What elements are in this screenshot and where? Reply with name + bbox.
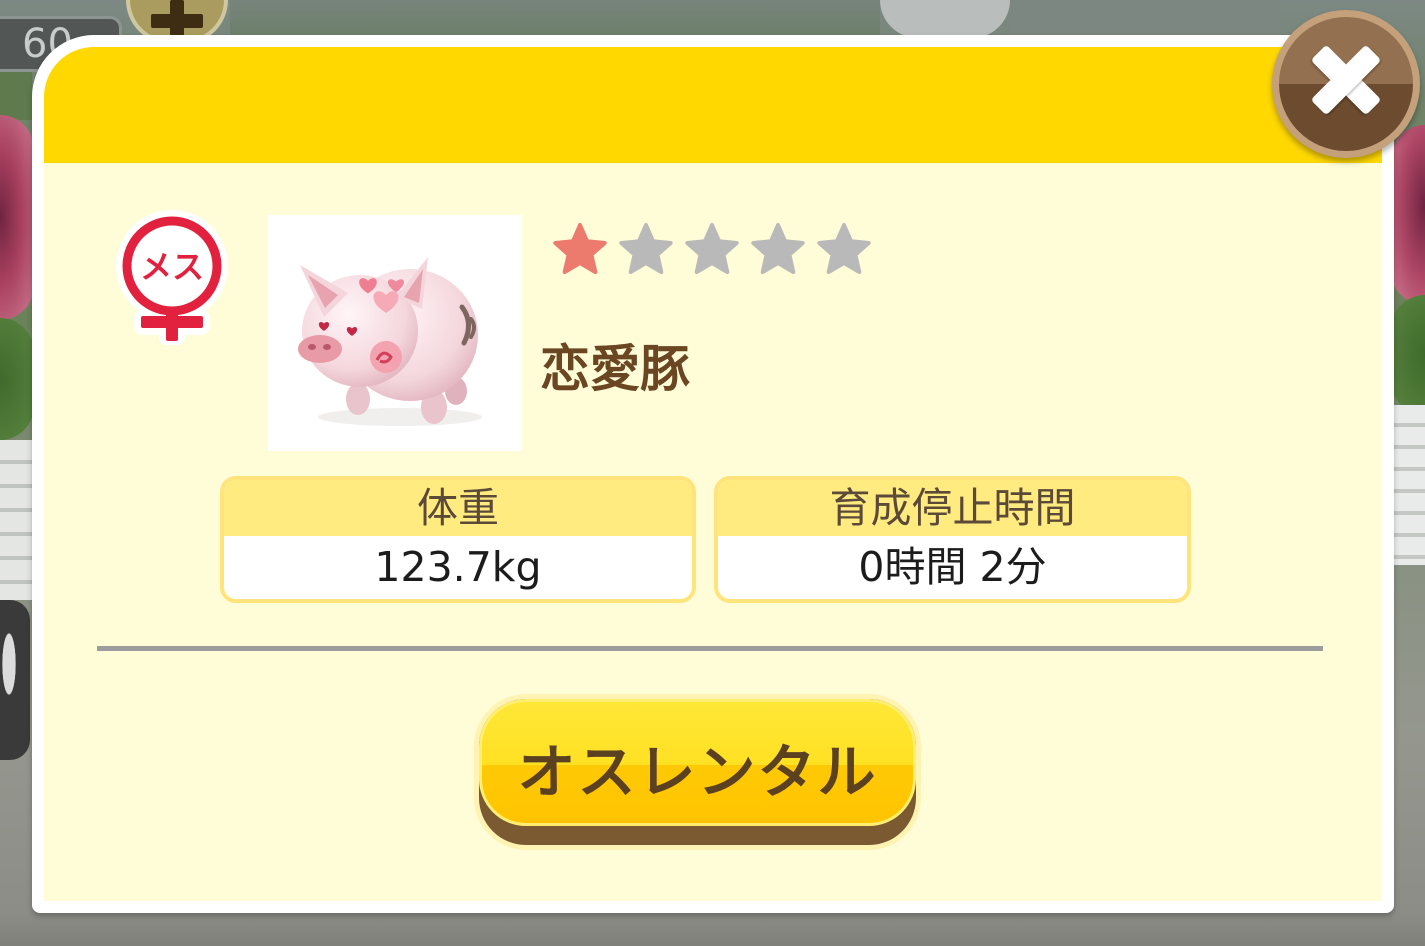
- background-leaves-left: [0, 318, 34, 440]
- close-button[interactable]: [1272, 10, 1420, 158]
- background-sky: [880, 0, 1010, 38]
- pig-name: 恋愛豚: [540, 340, 690, 398]
- plus-icon-horizontal: [151, 14, 203, 28]
- background-trees: [230, 0, 880, 38]
- background-trees-right: [1010, 0, 1280, 38]
- stat-weight: 体重 123.7kg: [220, 476, 696, 603]
- pig-image: [268, 215, 522, 451]
- pig-icon: [298, 257, 482, 426]
- close-icon: [1279, 17, 1413, 151]
- star-empty-icon: [817, 223, 871, 274]
- gender-label: メス: [140, 248, 204, 286]
- male-rental-button[interactable]: オスレンタル: [474, 694, 921, 850]
- background-flower-left: [0, 115, 34, 320]
- background-animal-left: [0, 600, 30, 760]
- stat-growth-stop-time: 育成停止時間 0時間 2分: [714, 476, 1191, 603]
- close-button-face: [1279, 17, 1413, 151]
- stat-weight-value: 123.7kg: [374, 543, 542, 591]
- star-empty-icon: [751, 223, 805, 274]
- dialog-header-band: [44, 47, 1382, 163]
- background-leaves-right: [1391, 295, 1425, 415]
- star-empty-icon: [685, 223, 739, 274]
- background-flower-right: [1391, 125, 1425, 305]
- rarity-stars: [553, 223, 871, 274]
- star-empty-icon: [619, 223, 673, 274]
- divider: [97, 646, 1323, 651]
- star-filled-icon: [553, 223, 607, 274]
- stat-growth-stop-time-value: 0時間 2分: [858, 543, 1047, 591]
- pig-detail-dialog: メス 恋愛豚 体重 123.7kg 育成停止時間 0時間 2分 オスレンタル: [32, 35, 1394, 913]
- stat-growth-stop-time-label: 育成停止時間: [718, 480, 1187, 536]
- male-rental-button-label: オスレンタル: [517, 738, 878, 806]
- background-ground: [0, 912, 1425, 946]
- stat-weight-label: 体重: [224, 480, 692, 536]
- plus-icon: [130, 0, 224, 40]
- background-fence-right: [1393, 405, 1425, 565]
- female-symbol-icon: メス: [116, 210, 228, 345]
- background-bush-left: [0, 72, 32, 120]
- background-fence-left: [0, 440, 32, 600]
